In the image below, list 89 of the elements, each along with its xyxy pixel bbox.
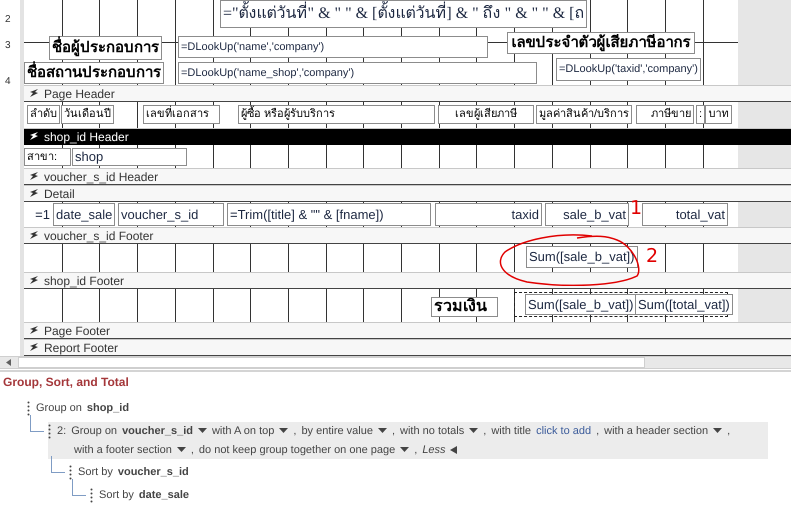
caret-icon <box>176 447 186 453</box>
caret-icon <box>198 428 207 434</box>
report-textbox[interactable]: total_vat <box>642 203 728 226</box>
caret-icon <box>469 428 478 434</box>
dropdown-option[interactable]: by entire value <box>301 424 387 438</box>
section-bar[interactable]: shop_id Header <box>24 128 791 145</box>
report-label[interactable]: ชื่อผู้ประกอบการ <box>49 36 162 60</box>
section-bar[interactable]: voucher_s_id Header <box>24 168 791 185</box>
group-label: Sort by <box>99 488 134 502</box>
report-textbox[interactable]: shop <box>72 148 187 166</box>
comma-text: , <box>483 424 486 438</box>
comma-text: , <box>392 424 396 438</box>
group-label: Sort by <box>78 465 113 479</box>
group-level-number: 2: <box>57 424 66 438</box>
option-text: with title <box>491 424 532 438</box>
report-label[interactable]: ลำดับ <box>27 105 60 124</box>
caret-icon <box>378 428 387 434</box>
report-label[interactable]: ผู้ซื้อ หรือผู้รับบริการ <box>238 105 435 124</box>
ruler-number: 4 <box>5 76 11 88</box>
annotation-number: 2 <box>646 246 658 266</box>
tree-connector-line <box>30 415 44 432</box>
dropdown-option[interactable]: with a footer section <box>74 443 186 457</box>
section-marker-icon <box>29 132 39 141</box>
group-label: Group on <box>71 424 118 438</box>
add-title-link[interactable]: click to add <box>536 424 592 438</box>
ruler-number: 2 <box>5 14 11 26</box>
dropdown-option[interactable]: with no totals <box>400 424 478 438</box>
section-marker-icon <box>29 189 39 198</box>
dropdown-option[interactable]: with a header section <box>604 424 722 438</box>
field-name: shop_id <box>86 401 130 415</box>
report-label[interactable]: บาท <box>705 105 732 124</box>
tree-connector-line <box>72 479 86 496</box>
report-textbox[interactable]: Sum([sale_b_vat]) <box>526 246 638 268</box>
comma-text: , <box>727 424 730 438</box>
panel-title: Group, Sort, and Total <box>2 375 130 389</box>
section-marker-icon <box>29 172 39 181</box>
drag-handle-icon <box>27 401 30 416</box>
caret-icon <box>279 428 288 434</box>
report-label[interactable]: สาขา: <box>24 148 71 166</box>
report-label[interactable]: ภาษีขาย <box>636 105 694 124</box>
collapse-arrow-icon <box>450 446 457 454</box>
dropdown-option[interactable]: with A on top <box>212 424 288 438</box>
report-textbox[interactable]: Sum([total_vat]) <box>635 294 733 315</box>
report-textbox[interactable]: ="ตั้งแต่วันที่" & " " & [ตั้งแต่วันที่] & " ถึง " & " " & [ถ <box>220 0 588 28</box>
tree-connector-line <box>51 456 65 473</box>
caret-icon <box>400 447 410 453</box>
report-textbox[interactable]: =DLookUp('taxid','company') <box>556 58 701 81</box>
report-textbox[interactable]: date_sale <box>53 203 116 226</box>
report-textbox[interactable]: voucher_s_id <box>118 203 224 226</box>
comma-text: , <box>190 443 194 457</box>
report-textbox[interactable]: taxid <box>435 203 542 226</box>
section-bar[interactable]: voucher_s_id Footer <box>24 227 791 244</box>
comma-text: , <box>293 424 296 438</box>
caret-icon <box>713 428 722 434</box>
section-marker-icon <box>29 231 39 240</box>
report-label[interactable]: เลขที่เอกสาร <box>143 105 220 124</box>
comma-text: , <box>596 424 600 438</box>
report-textbox[interactable]: =DLookUp('name','company') <box>178 36 488 58</box>
report-textbox[interactable]: sale_b_vat <box>545 203 629 226</box>
report-label[interactable]: มูลค่าสินค้า/บริการ <box>536 105 632 124</box>
field-name: date_sale <box>138 488 190 502</box>
report-label[interactable]: ชื่อสถานประกอบการ <box>24 62 164 84</box>
report-label[interactable]: : <box>696 105 706 124</box>
report-label[interactable]: เลขผู้เสียภาษี <box>438 105 534 124</box>
report-textbox[interactable]: Sum([sale_b_vat]) <box>525 294 636 315</box>
drag-handle-icon <box>48 424 51 439</box>
dropdown-option[interactable]: do not keep group together on one page <box>198 443 410 457</box>
ruler-number: 3 <box>5 40 11 52</box>
drag-handle-icon <box>69 465 72 480</box>
report-textbox[interactable]: =Trim([title] & "" & [fname]) <box>227 203 431 226</box>
field-name: voucher_s_id <box>118 465 189 479</box>
section-bar[interactable]: Report Footer <box>24 339 791 356</box>
drag-handle-icon <box>90 488 93 503</box>
section-marker-icon <box>29 343 39 352</box>
section-bar[interactable]: Page Footer <box>24 322 791 339</box>
section-bar[interactable]: shop_id Footer <box>24 272 791 289</box>
report-label[interactable]: รวมเงิน <box>431 297 498 317</box>
scrollbar-thumb[interactable] <box>18 357 645 368</box>
less-toggle[interactable]: Less <box>422 443 457 457</box>
report-label[interactable]: วันเดือนปี <box>61 105 114 124</box>
report-label[interactable]: เลขประจำตัวผู้เสียภาษีอากร <box>507 32 695 54</box>
section-bar[interactable]: Page Header <box>24 85 791 102</box>
section-marker-icon <box>29 276 39 285</box>
field-dropdown[interactable]: voucher_s_id <box>122 424 207 438</box>
report-textbox[interactable]: =DLookUp('name_shop','company') <box>178 62 537 84</box>
section-marker-icon <box>29 89 39 98</box>
comma-text: , <box>414 443 418 457</box>
group-label: Group on <box>36 401 82 415</box>
section-marker-icon <box>29 326 39 335</box>
